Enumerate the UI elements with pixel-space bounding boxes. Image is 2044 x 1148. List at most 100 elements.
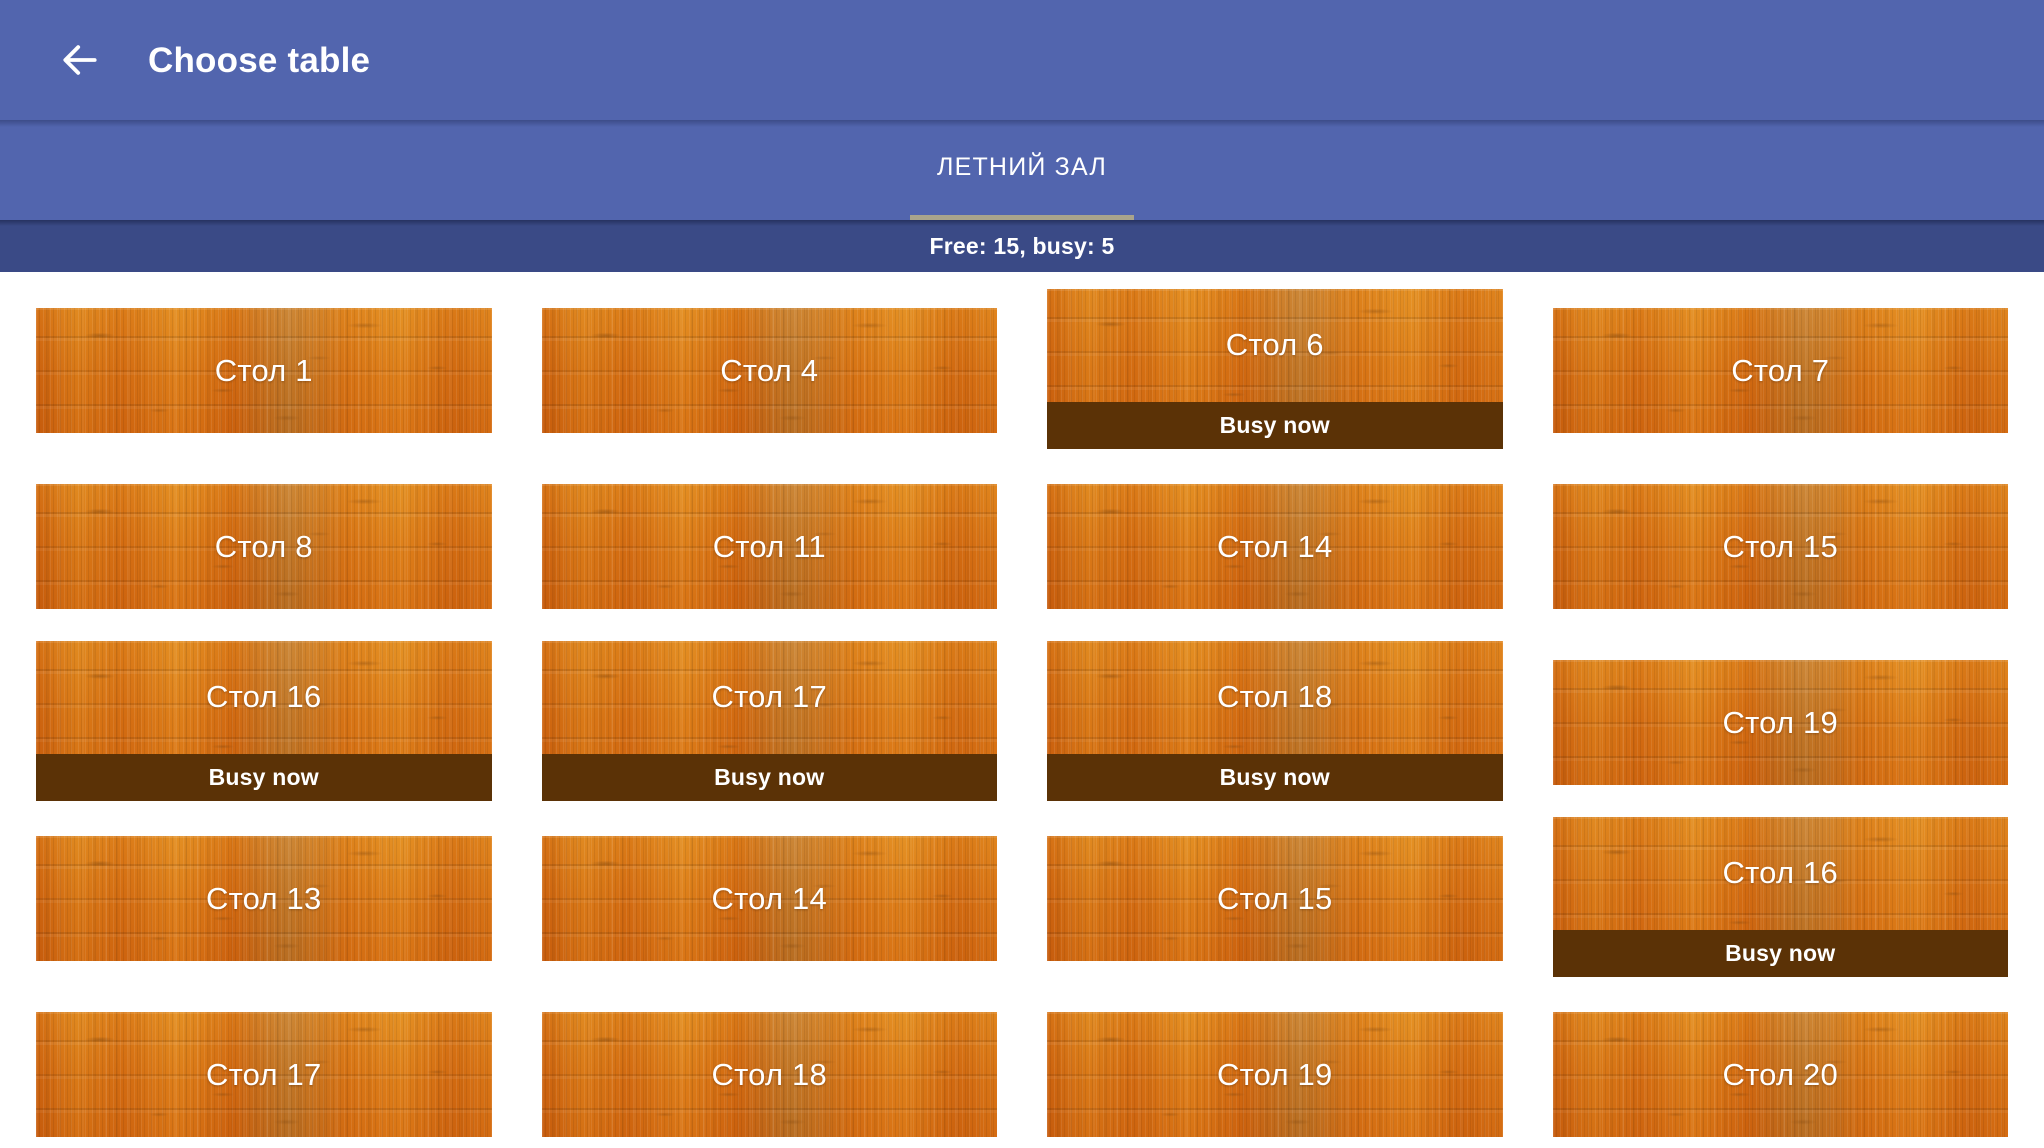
table-cell: Стол 16 Busy now: [1552, 816, 2008, 977]
table-cell: Стол 17: [36, 1012, 492, 1137]
table-card-face: Стол 6: [1047, 289, 1503, 402]
table-card-face: Стол 18: [542, 1012, 998, 1137]
table-name: Стол 16: [1722, 855, 1838, 890]
busy-status-label: Busy now: [1219, 411, 1330, 438]
table-name: Стол 8: [214, 528, 313, 564]
table-card[interactable]: Стол 14: [541, 836, 998, 961]
table-name: Стол 19: [1217, 1056, 1333, 1092]
table-card[interactable]: Стол 11: [541, 484, 998, 609]
tab-bar: ЛЕТНИЙ ЗАЛ: [0, 120, 2044, 220]
table-card-face: Стол 18: [1047, 641, 1503, 754]
table-card[interactable]: Стол 14: [1047, 484, 1503, 609]
table-card[interactable]: Стол 16 Busy now: [36, 640, 492, 801]
page-title: Choose table: [148, 40, 371, 80]
table-cell: Стол 19: [1552, 660, 2009, 785]
busy-status-badge: Busy now: [36, 753, 492, 801]
table-card-face: Стол 1: [36, 308, 492, 433]
table-card-face: Стол 15: [1553, 484, 2009, 609]
table-card-face: Стол 8: [36, 484, 492, 609]
busy-status-label: Busy now: [208, 763, 319, 790]
table-card-face: Стол 13: [36, 836, 492, 961]
table-grid: Стол 1 Стол 4 Стол 6 Busy now Стол 7 Стол 8 Ст…: [0, 272, 2044, 1148]
arrow-left-icon: [58, 38, 102, 82]
table-cell: Стол 7: [1552, 308, 2009, 433]
table-cell: Стол 15: [1047, 836, 1503, 961]
table-card-face: Стол 17: [36, 1012, 492, 1137]
table-name: Стол 16: [206, 679, 322, 714]
table-card[interactable]: Стол 18: [541, 1012, 998, 1137]
free-busy-status: Free: 15, busy: 5: [929, 232, 1115, 259]
table-card-face: Стол 20: [1553, 1012, 2009, 1137]
back-button[interactable]: [48, 28, 112, 92]
table-name: Стол 14: [711, 880, 827, 916]
busy-status-label: Busy now: [714, 763, 825, 790]
table-card-face: Стол 7: [1553, 308, 2009, 433]
table-card[interactable]: Стол 15: [1047, 836, 1503, 961]
table-cell: Стол 20: [1552, 1012, 2009, 1137]
table-name: Стол 19: [1722, 704, 1838, 740]
table-card[interactable]: Стол 6 Busy now: [1047, 288, 1503, 449]
table-card-face: Стол 14: [542, 836, 998, 961]
table-name: Стол 15: [1217, 880, 1333, 916]
tab-label: ЛЕТНИЙ ЗАЛ: [936, 152, 1108, 181]
table-card[interactable]: Стол 15: [1552, 484, 2009, 609]
table-card[interactable]: Стол 20: [1552, 1012, 2009, 1137]
table-name: Стол 14: [1217, 528, 1333, 564]
table-cell: Стол 16 Busy now: [36, 640, 492, 801]
table-name: Стол 13: [206, 880, 322, 916]
table-cell: Стол 14: [1047, 484, 1503, 609]
busy-status-label: Busy now: [1219, 763, 1330, 790]
table-card-face: Стол 15: [1047, 836, 1503, 961]
busy-status-badge: Busy now: [1047, 753, 1503, 801]
table-card[interactable]: Стол 16 Busy now: [1552, 816, 2009, 977]
table-name: Стол 17: [206, 1056, 322, 1092]
table-name: Стол 20: [1722, 1056, 1838, 1092]
table-name: Стол 4: [720, 352, 819, 388]
status-bar: Free: 15, busy: 5: [0, 220, 2044, 272]
table-name: Стол 7: [1731, 352, 1830, 388]
table-card[interactable]: Стол 17: [36, 1012, 492, 1137]
table-name: Стол 18: [711, 1056, 827, 1092]
table-cell: Стол 4: [541, 308, 998, 433]
busy-status-badge: Busy now: [541, 753, 997, 801]
busy-status-badge: Busy now: [1047, 401, 1503, 449]
busy-status-label: Busy now: [1725, 939, 1836, 966]
table-name: Стол 15: [1722, 528, 1838, 564]
table-card[interactable]: Стол 13: [36, 836, 492, 961]
table-cell: Стол 1: [36, 308, 492, 433]
table-card[interactable]: Стол 17 Busy now: [541, 640, 998, 801]
table-cell: Стол 8: [36, 484, 492, 609]
table-cell: Стол 17 Busy now: [541, 640, 997, 801]
tab-indicator: [910, 215, 1134, 220]
table-card-face: Стол 14: [1047, 484, 1503, 609]
table-cell: Стол 19: [1047, 1012, 1503, 1137]
table-card-face: Стол 19: [1047, 1012, 1503, 1137]
table-card[interactable]: Стол 19: [1552, 660, 2009, 785]
table-card-face: Стол 4: [542, 308, 998, 433]
table-cell: Стол 18: [541, 1012, 998, 1137]
busy-status-badge: Busy now: [1552, 929, 2008, 977]
table-cell: Стол 14: [541, 836, 998, 961]
table-card[interactable]: Стол 18 Busy now: [1047, 640, 1503, 801]
table-cell: Стол 15: [1552, 484, 2009, 609]
table-card[interactable]: Стол 1: [36, 308, 492, 433]
table-name: Стол 1: [214, 352, 313, 388]
tab-letniy-zal[interactable]: ЛЕТНИЙ ЗАЛ: [910, 120, 1134, 220]
table-cell: Стол 11: [541, 484, 998, 609]
table-name: Стол 17: [711, 679, 827, 714]
table-card-face: Стол 17: [542, 641, 998, 754]
table-card-face: Стол 16: [36, 641, 492, 754]
table-card[interactable]: Стол 7: [1552, 308, 2009, 433]
table-card[interactable]: Стол 4: [541, 308, 998, 433]
table-card-face: Стол 11: [542, 484, 998, 609]
table-cell: Стол 13: [36, 836, 492, 961]
app-bar: Choose table: [0, 0, 2044, 120]
table-name: Стол 11: [712, 528, 826, 564]
table-card[interactable]: Стол 8: [36, 484, 492, 609]
table-cell: Стол 18 Busy now: [1047, 640, 1503, 801]
table-card[interactable]: Стол 19: [1047, 1012, 1503, 1137]
table-cell: Стол 6 Busy now: [1047, 288, 1503, 449]
table-card-face: Стол 16: [1553, 817, 2009, 930]
table-name: Стол 18: [1217, 679, 1333, 714]
table-card-face: Стол 19: [1553, 660, 2009, 785]
